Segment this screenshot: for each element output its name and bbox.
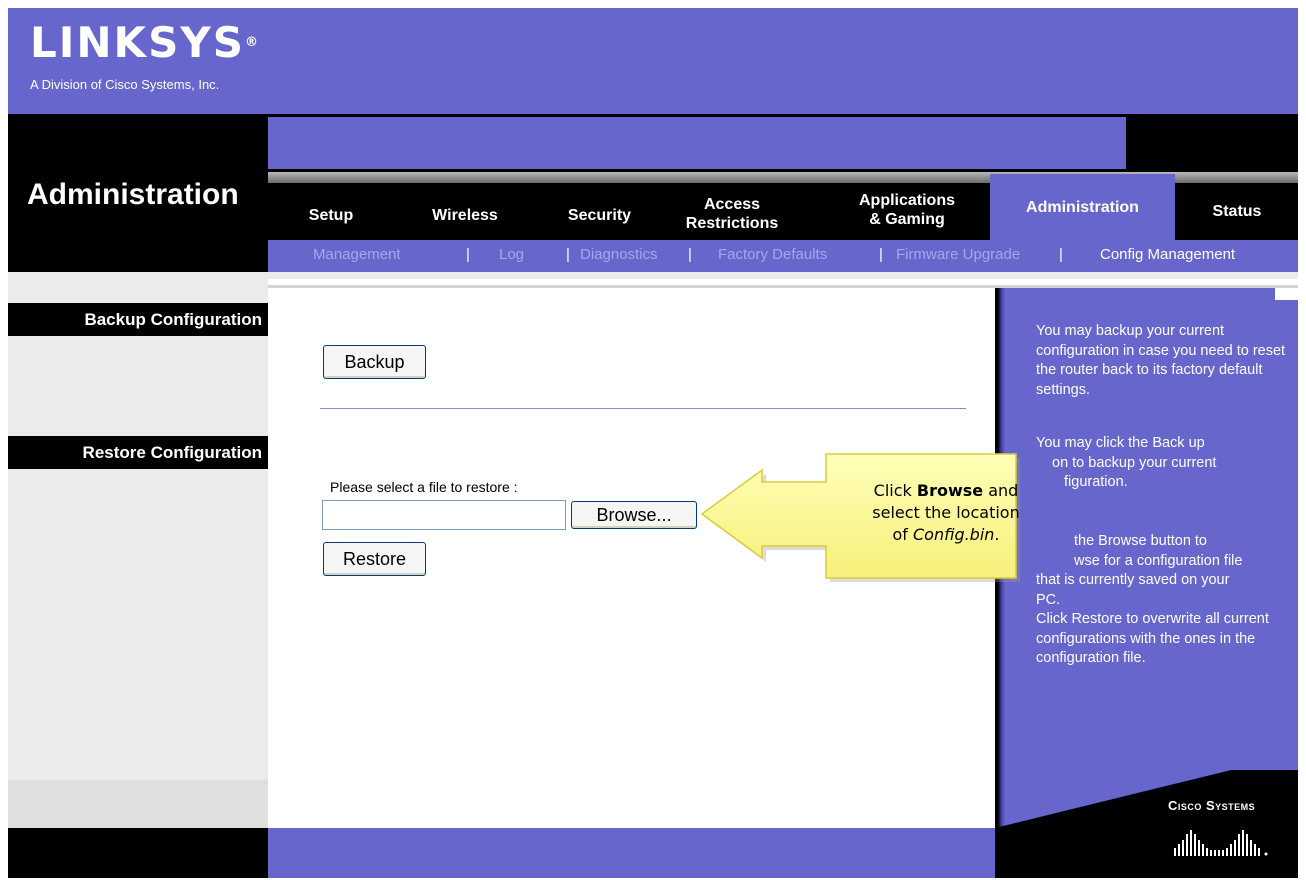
tab-wireless[interactable]: Wireless — [415, 200, 515, 230]
restore-button[interactable]: Restore — [323, 542, 426, 576]
nav-top-strip — [268, 117, 1126, 169]
subnav-separator: | — [1059, 246, 1063, 263]
subnav-firmware-upgrade[interactable]: Firmware Upgrade — [896, 246, 1020, 263]
section-divider — [320, 408, 966, 409]
tab-applications-gaming[interactable]: Applications & Gaming — [842, 188, 972, 232]
subnav-factory-defaults[interactable]: Factory Defaults — [718, 246, 827, 263]
subnav-log[interactable]: Log — [499, 246, 524, 263]
subnav-separator: | — [566, 246, 570, 263]
cisco-bridge-icon — [1174, 830, 1268, 856]
footer-left — [8, 828, 268, 878]
tab-access-restrictions[interactable]: Access Restrictions — [672, 192, 792, 236]
subnav-separator: | — [879, 246, 883, 263]
restore-file-label: Please select a file to restore : — [330, 479, 518, 495]
subnav-management[interactable]: Management — [313, 246, 401, 263]
footer-center — [268, 828, 995, 878]
section-sidebar-footer — [8, 780, 268, 828]
section-title-restore: Restore Configuration — [8, 436, 268, 469]
callout-text: Click Browse and select the location of … — [872, 481, 1020, 544]
brand-tagline: A Division of Cisco Systems, Inc. — [30, 77, 220, 92]
section-title-backup: Backup Configuration — [8, 303, 268, 336]
page-title: Administration — [27, 178, 239, 211]
help-text-backup: You may backup your current configuratio… — [1036, 323, 1286, 398]
browse-button[interactable]: Browse... — [571, 501, 697, 529]
subnav-config-management[interactable]: Config Management — [1100, 246, 1235, 263]
help-text-restore: the Browse button to wse for a configura… — [1036, 533, 1269, 666]
subnav-separator: | — [466, 246, 470, 263]
tab-administration[interactable]: Administration — [990, 174, 1175, 240]
linksys-logo: LINKSYS® — [30, 18, 258, 67]
help-text-backup-button: You may click the Back up on to backup y… — [1036, 435, 1217, 490]
cisco-systems-logo: Cisco Systems — [1168, 798, 1256, 813]
subnav-diagnostics[interactable]: Diagnostics — [580, 246, 658, 263]
help-panel-corner — [1275, 288, 1298, 300]
tab-status[interactable]: Status — [1176, 196, 1298, 226]
backup-button[interactable]: Backup — [323, 345, 426, 379]
subnav-separator: | — [688, 246, 692, 263]
tab-setup[interactable]: Setup — [296, 200, 366, 230]
restore-file-input[interactable] — [322, 500, 566, 530]
tab-security[interactable]: Security — [552, 200, 647, 230]
section-sidebar — [8, 288, 268, 828]
